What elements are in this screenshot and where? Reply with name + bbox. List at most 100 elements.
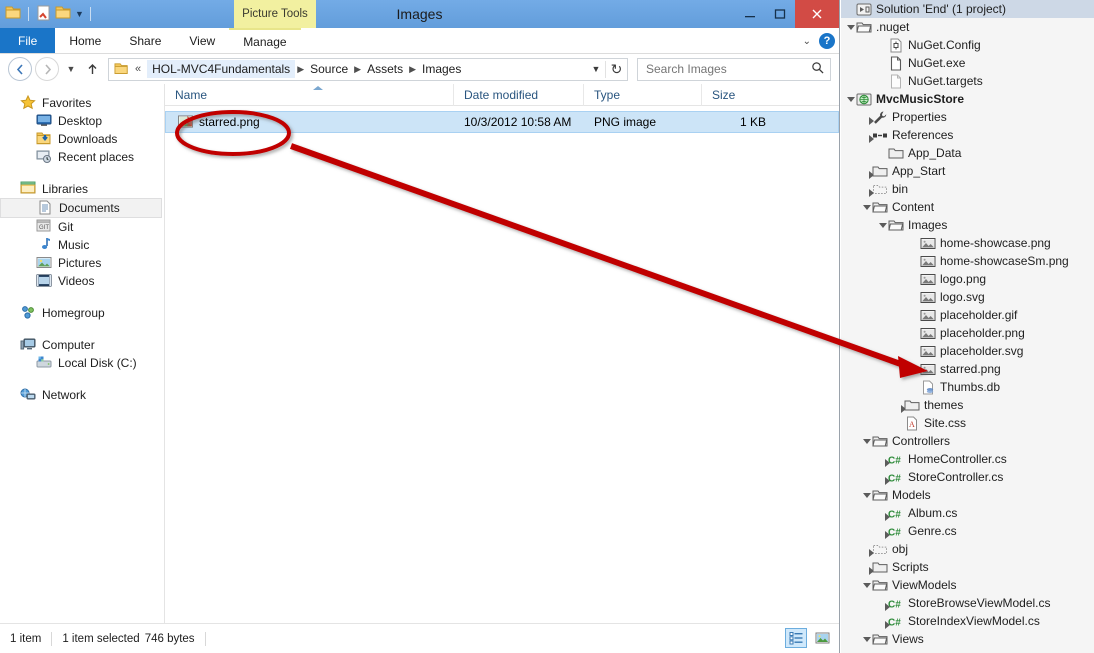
breadcrumb-item-3[interactable]: Images [418,62,465,76]
back-button[interactable] [8,57,32,81]
tree-item[interactable]: logo.svg [841,288,1094,306]
chevron-right-icon[interactable] [877,594,888,612]
column-header-size[interactable]: Size [701,84,773,106]
tree-item[interactable]: NuGet.exe [841,54,1094,72]
address-bar[interactable]: « HOL-MVC4Fundamentals ▶ Source ▶ Assets… [108,58,628,81]
tree-item[interactable]: Views [841,630,1094,648]
tree-item[interactable]: MvcMusicStore [841,90,1094,108]
chevron-right-icon[interactable] [861,180,872,198]
search-icon[interactable] [811,61,824,77]
refresh-icon[interactable]: ↻ [605,61,627,78]
details-view-button[interactable] [785,628,807,648]
chevron-down-icon[interactable] [861,432,872,450]
chevron-down-icon[interactable]: ⌄ [803,36,811,47]
large-icons-view-button[interactable] [811,628,833,648]
tree-item[interactable]: placeholder.png [841,324,1094,342]
chevron-right-icon[interactable] [893,396,904,414]
minimize-button[interactable] [735,0,765,28]
tree-item[interactable]: Content [841,198,1094,216]
chevron-down-icon[interactable] [845,90,856,108]
chevron-down-icon[interactable] [861,630,872,648]
tree-item[interactable]: ASite.css [841,414,1094,432]
chevron-right-icon[interactable] [877,612,888,630]
tree-item[interactable]: C#StoreController.cs [841,468,1094,486]
sidebar-item-desktop[interactable]: Desktop [0,112,164,130]
tree-item[interactable]: App_Data [841,144,1094,162]
sidebar-item-downloads[interactable]: Downloads [0,130,164,148]
chevron-down-icon[interactable] [845,18,856,36]
sidebar-item-music[interactable]: Music [0,236,164,254]
tab-home[interactable]: Home [55,28,115,53]
maximize-button[interactable] [765,0,795,28]
folder-icon[interactable] [5,5,22,24]
chevron-down-icon[interactable] [861,198,872,216]
table-row[interactable]: starred.png 10/3/2012 10:58 AM PNG image… [165,111,839,133]
tree-item[interactable]: C#HomeController.cs [841,450,1094,468]
tree-item[interactable]: NuGet.Config [841,36,1094,54]
breadcrumb-chevron-0[interactable]: ▶ [295,64,306,75]
tree-item[interactable]: Scripts [841,558,1094,576]
tree-item[interactable]: C#StoreIndexViewModel.cs [841,612,1094,630]
tab-manage[interactable]: Manage [229,28,300,53]
tree-item[interactable]: Solution 'End' (1 project) [841,0,1094,18]
nav-group-libraries[interactable]: Libraries [0,180,164,198]
search-box[interactable] [637,58,831,81]
chevron-right-icon[interactable] [877,504,888,522]
tree-item[interactable]: References [841,126,1094,144]
tree-item[interactable]: logo.png [841,270,1094,288]
chevron-right-icon[interactable] [861,558,872,576]
properties-icon[interactable] [35,5,52,24]
picture-tools-contextual-tab[interactable]: Picture Tools [234,0,316,28]
chevron-down-icon[interactable] [877,216,888,234]
sidebar-item-git[interactable]: GIT Git [0,218,164,236]
tree-item[interactable]: themes [841,396,1094,414]
tab-view[interactable]: View [175,28,229,53]
sidebar-item-local-disk[interactable]: Local Disk (C:) [0,354,164,372]
tree-item[interactable]: obj [841,540,1094,558]
column-header-date-modified[interactable]: Date modified [453,84,583,106]
chevron-right-icon[interactable] [861,126,872,144]
tree-item[interactable]: Properties [841,108,1094,126]
help-icon[interactable]: ? [819,33,835,49]
tree-item[interactable]: Models [841,486,1094,504]
tree-item[interactable]: Images [841,216,1094,234]
breadcrumb-chevron-2[interactable]: ▶ [407,64,418,75]
search-input[interactable] [644,61,811,77]
tree-item[interactable]: ViewModels [841,576,1094,594]
chevron-right-icon[interactable] [877,522,888,540]
recent-locations-dropdown[interactable]: ▼ [62,57,80,81]
up-button[interactable] [83,57,101,81]
breadcrumb-item-0[interactable]: HOL-MVC4Fundamentals [147,60,295,78]
chevron-right-icon[interactable] [861,540,872,558]
new-folder-icon[interactable] [55,5,72,24]
breadcrumb-item-2[interactable]: Assets [363,62,407,76]
tree-item[interactable]: App_Start [841,162,1094,180]
tree-item[interactable]: starred.png [841,360,1094,378]
tree-item[interactable]: .nuget [841,18,1094,36]
sidebar-item-computer[interactable]: Computer [0,336,164,354]
chevron-right-icon[interactable] [861,162,872,180]
tree-item[interactable]: Thumbs.db [841,378,1094,396]
tree-item[interactable]: C#Genre.cs [841,522,1094,540]
sidebar-item-network[interactable]: Network [0,386,164,404]
chevron-right-icon[interactable] [877,450,888,468]
sidebar-item-recent-places[interactable]: Recent places [0,148,164,166]
nav-group-favorites[interactable]: Favorites [0,94,164,112]
tree-item[interactable]: home-showcase.png [841,234,1094,252]
chevron-right-icon[interactable] [877,468,888,486]
tree-item[interactable]: placeholder.svg [841,342,1094,360]
breadcrumb-item-1[interactable]: Source [306,62,352,76]
sidebar-item-pictures[interactable]: Pictures [0,254,164,272]
address-dropdown-icon[interactable]: ▼ [587,64,605,74]
tab-share[interactable]: Share [115,28,175,53]
tree-item[interactable]: C#StoreBrowseViewModel.cs [841,594,1094,612]
tree-item[interactable]: NuGet.targets [841,72,1094,90]
chevron-down-icon[interactable] [861,576,872,594]
sidebar-item-videos[interactable]: Videos [0,272,164,290]
sidebar-item-documents[interactable]: Documents [0,198,162,218]
tree-item[interactable]: C#Album.cs [841,504,1094,522]
chevron-down-icon[interactable] [861,486,872,504]
breadcrumb-overflow[interactable]: « [133,63,143,75]
tab-file[interactable]: File [0,28,55,53]
close-button[interactable] [795,0,839,28]
